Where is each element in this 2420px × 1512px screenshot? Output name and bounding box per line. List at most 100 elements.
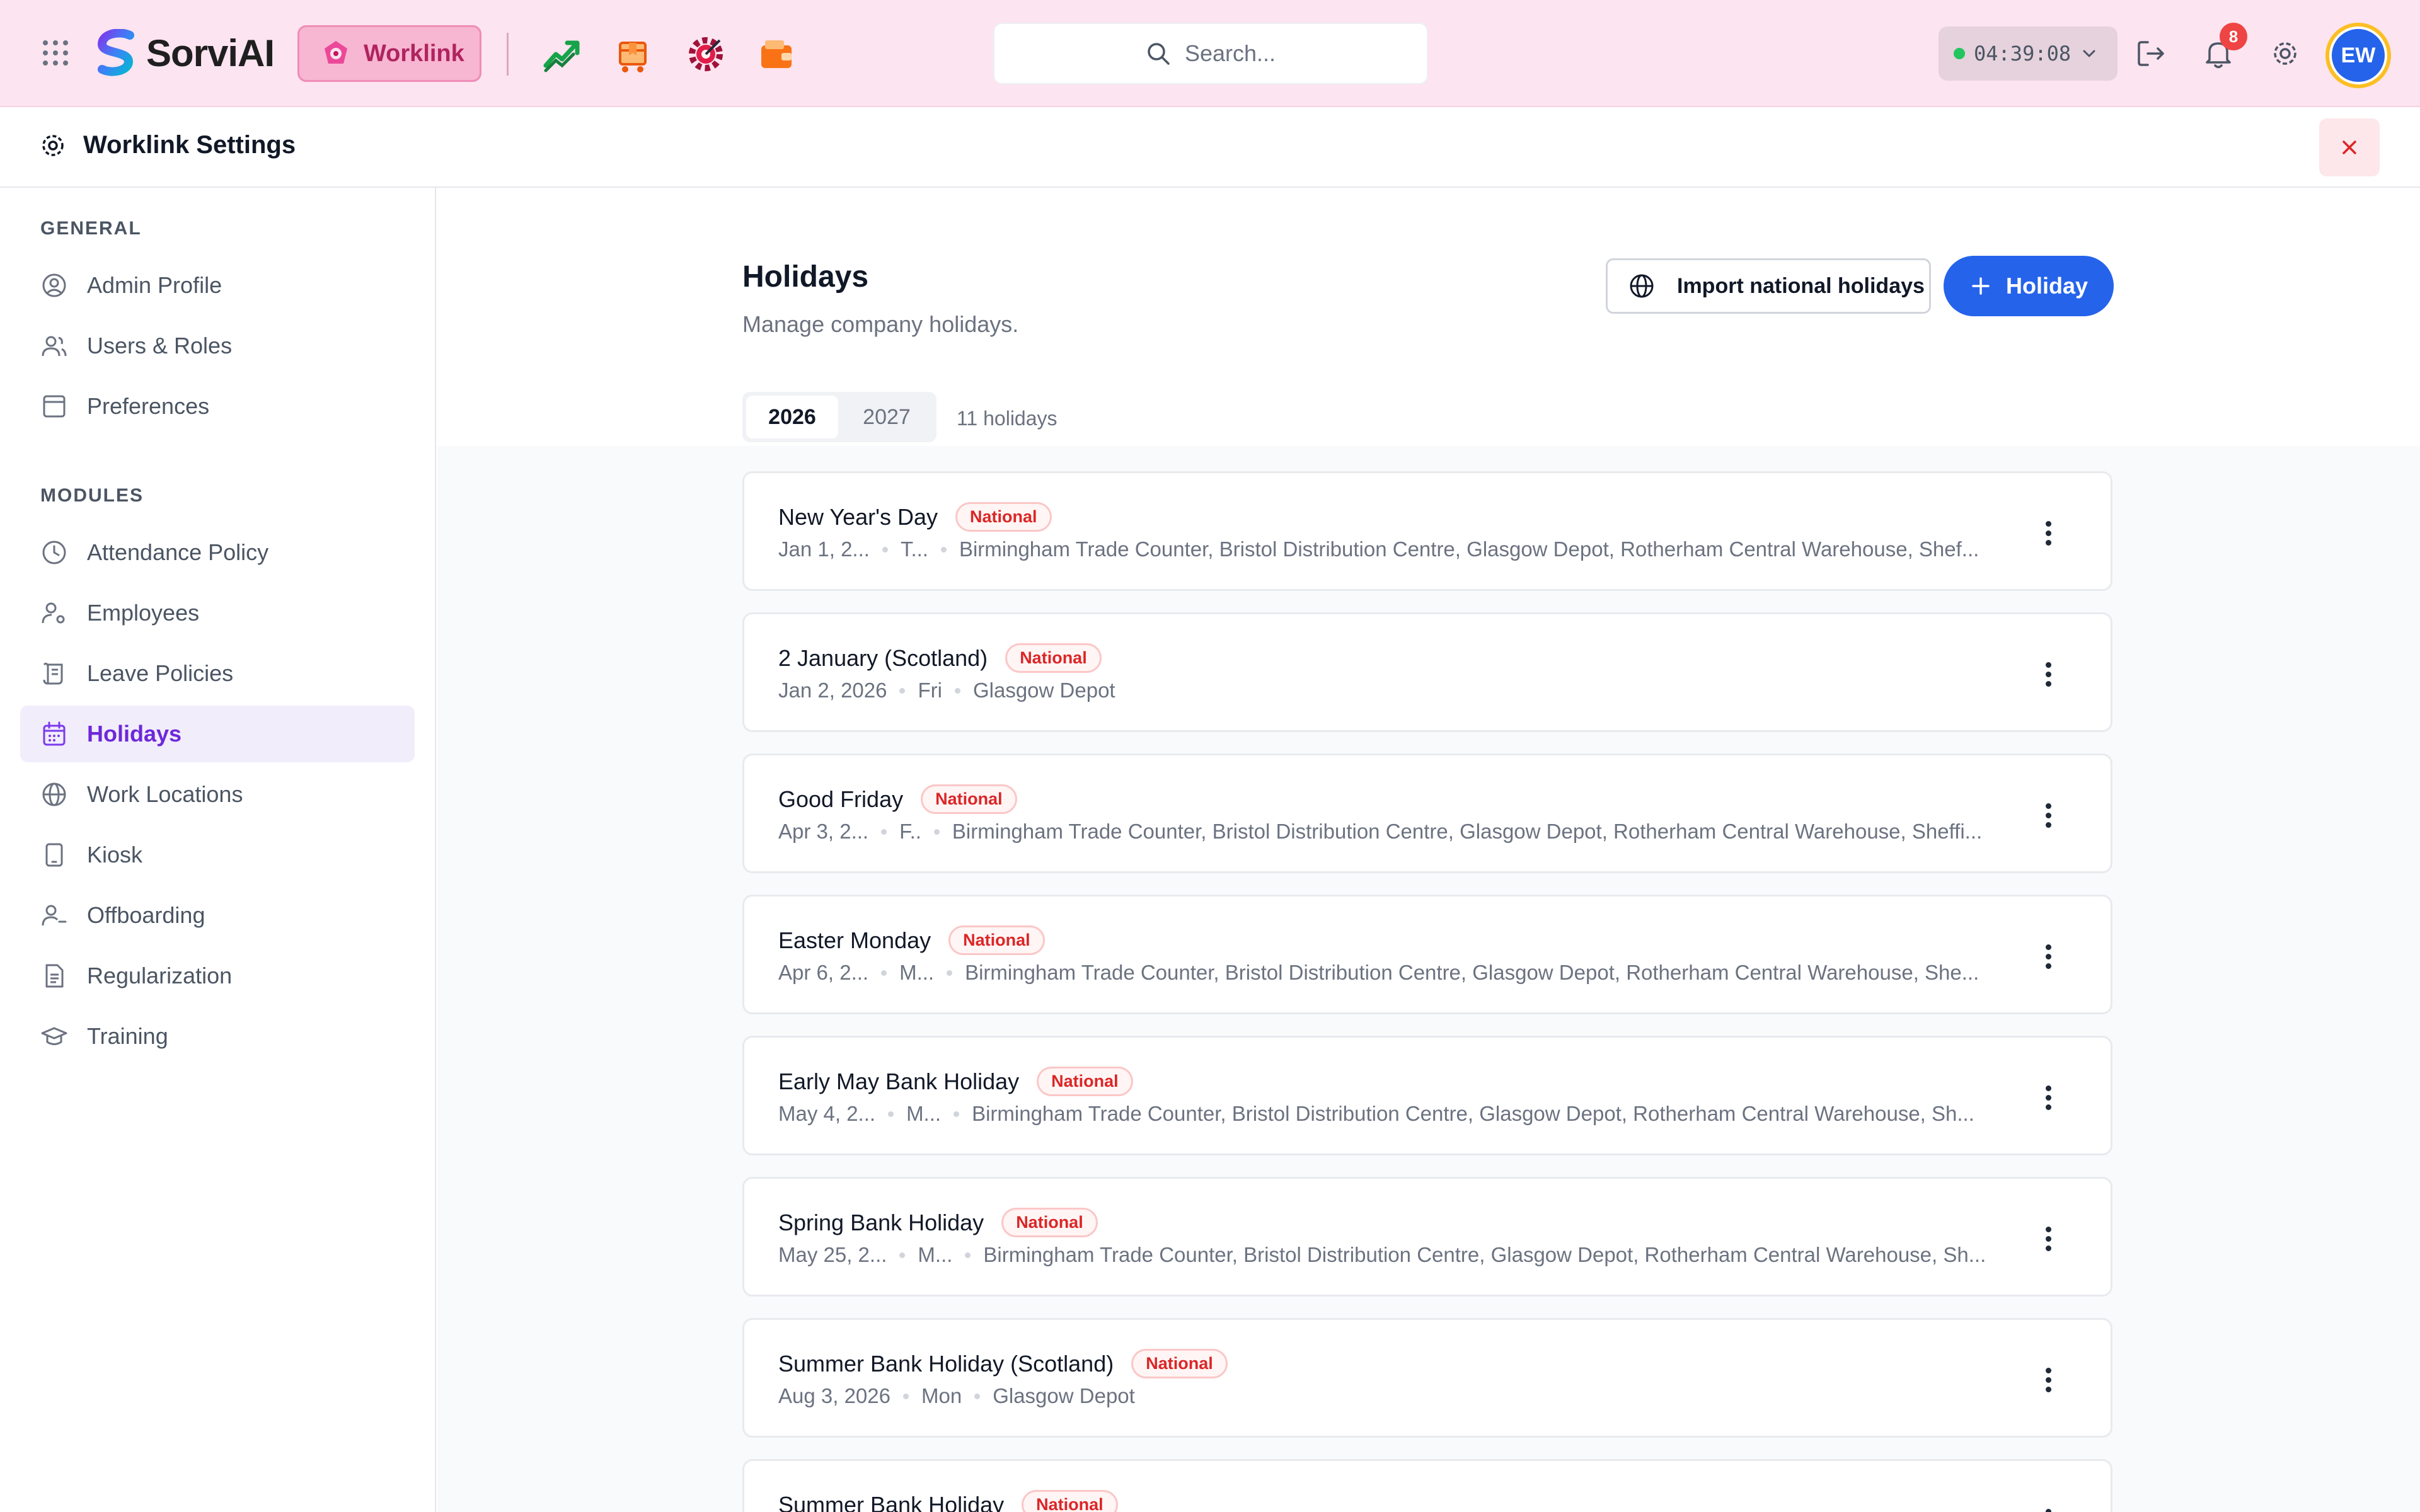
more-options-icon[interactable] — [2032, 941, 2064, 972]
sidebar-item-admin-profile[interactable]: Admin Profile — [20, 257, 415, 314]
holiday-type-badge: National — [1022, 1490, 1118, 1512]
separator-dot — [899, 687, 906, 694]
settings-gear-icon — [42, 134, 64, 156]
holiday-card[interactable]: Summer Bank Holiday National — [742, 1459, 2112, 1512]
holiday-card[interactable]: 2 January (Scotland) National Jan 2, 202… — [742, 612, 2112, 732]
sidebar-item-users-roles[interactable]: Users & Roles — [20, 318, 415, 374]
more-options-icon[interactable] — [2032, 517, 2064, 549]
sidebar-item-holidays[interactable]: Holidays — [20, 706, 415, 762]
sidebar-item-label: Leave Policies — [87, 660, 234, 686]
holiday-card[interactable]: Easter Monday National Apr 6, 2... M... … — [742, 895, 2112, 1014]
holiday-date: Aug 3, 2026 — [778, 1384, 890, 1407]
worklink-icon — [325, 41, 347, 64]
sidebar-item-regularization[interactable]: Regularization — [20, 948, 415, 1004]
settings-header: Worklink Settings — [0, 108, 2420, 188]
brand-logo[interactable]: SorviAI — [93, 28, 275, 78]
tab-year-2026[interactable]: 2026 — [746, 396, 838, 438]
holiday-card[interactable]: Summer Bank Holiday (Scotland) National … — [742, 1318, 2112, 1438]
sidebar-item-label: Regularization — [87, 963, 233, 988]
timer-value: 04:39:08 — [1974, 42, 2071, 66]
app-grid-icon[interactable] — [42, 39, 69, 67]
holiday-name: Summer Bank Holiday (Scotland) — [778, 1350, 1114, 1377]
time-tracker-dropdown[interactable]: 04:39:08 — [1939, 26, 2118, 81]
holiday-card[interactable]: Spring Bank Holiday National May 25, 2..… — [742, 1177, 2112, 1297]
holiday-card[interactable]: Good Friday National Apr 3, 2... F.. Bir… — [742, 753, 2112, 873]
year-tabs: 2026 2027 — [742, 392, 936, 442]
holiday-type-badge: National — [955, 502, 1052, 532]
sidebar-item-kiosk[interactable]: Kiosk — [20, 827, 415, 883]
more-options-icon[interactable] — [2032, 1223, 2064, 1254]
sidebar-item-label: Holidays — [87, 721, 182, 747]
wallet-icon[interactable] — [756, 34, 797, 74]
sidebar-item-employees[interactable]: Employees — [20, 585, 415, 641]
search-input[interactable]: Search... — [993, 23, 1428, 84]
users-icon — [42, 336, 67, 357]
more-options-icon[interactable] — [2032, 799, 2064, 831]
section-label-general: GENERAL — [40, 218, 142, 239]
holiday-day: M... — [918, 1243, 953, 1266]
sidebar-item-label: Admin Profile — [87, 272, 222, 298]
plus-icon — [1972, 277, 1990, 295]
logout-icon[interactable] — [2133, 35, 2170, 72]
holiday-date: Apr 3, 2... — [778, 820, 869, 843]
holiday-locations: Glasgow Depot — [993, 1384, 1135, 1407]
separator-dot — [947, 970, 953, 976]
holiday-day: F.. — [899, 820, 921, 843]
holiday-type-badge: National — [921, 784, 1017, 814]
clock-icon — [42, 541, 66, 564]
sidebar-item-label: Users & Roles — [87, 333, 233, 358]
sidebar-item-attendance-policy[interactable]: Attendance Policy — [20, 524, 415, 581]
separator-dot — [888, 1111, 894, 1117]
sidebar-item-label: Preferences — [87, 393, 210, 419]
sidebar-item-work-locations[interactable]: Work Locations — [20, 766, 415, 823]
active-app-button[interactable]: Worklink — [297, 25, 481, 82]
holiday-locations: Birmingham Trade Counter, Bristol Distri… — [952, 820, 1983, 843]
import-national-holidays-button[interactable]: Import national holidays — [1606, 258, 1931, 314]
add-holiday-button[interactable]: Holiday — [1944, 256, 2114, 316]
holiday-day: Fri — [918, 679, 942, 702]
close-button[interactable] — [2319, 118, 2380, 176]
holiday-type-badge: National — [1037, 1067, 1133, 1096]
holiday-locations: Birmingham Trade Counter, Bristol Distri… — [959, 537, 1979, 561]
active-app-label: Worklink — [364, 40, 464, 67]
sidebar-item-training[interactable]: Training — [20, 1008, 415, 1065]
holiday-type-badge: National — [948, 925, 1045, 955]
holiday-type-badge: National — [1005, 643, 1102, 673]
holiday-name: 2 January (Scotland) — [778, 644, 988, 671]
more-options-icon[interactable] — [2032, 1364, 2064, 1395]
holiday-locations: Birmingham Trade Counter, Bristol Distri… — [983, 1243, 1986, 1266]
gear-target-icon[interactable] — [686, 34, 726, 74]
holiday-date: May 4, 2... — [778, 1102, 876, 1125]
sidebar-item-label: Offboarding — [87, 902, 205, 928]
tablet-icon — [45, 843, 63, 867]
more-options-icon[interactable] — [2032, 658, 2064, 690]
sidebar-item-offboarding[interactable]: Offboarding — [20, 887, 415, 944]
holiday-date: Jan 1, 2... — [778, 537, 870, 561]
avatar-initials: EW — [2329, 26, 2387, 84]
settings-gear-icon[interactable] — [2266, 35, 2304, 72]
settings-title: Worklink Settings — [83, 131, 296, 159]
sidebar-item-preferences[interactable]: Preferences — [20, 378, 415, 435]
holiday-type-badge: National — [1131, 1349, 1228, 1378]
user-avatar[interactable]: EW — [2325, 23, 2391, 88]
sidebar-item-label: Training — [87, 1023, 168, 1049]
sidebar-item-leave-policies[interactable]: Leave Policies — [20, 645, 415, 702]
holiday-name: Spring Bank Holiday — [778, 1209, 984, 1235]
growth-chart-icon[interactable] — [542, 34, 582, 74]
sidebar-item-label: Kiosk — [87, 842, 143, 868]
tab-year-2027[interactable]: 2027 — [841, 396, 933, 438]
holiday-card[interactable]: Early May Bank Holiday National May 4, 2… — [742, 1036, 2112, 1155]
separator-dot — [954, 1111, 960, 1117]
search-placeholder: Search... — [1184, 40, 1276, 66]
holiday-name: Summer Bank Holiday — [778, 1491, 1005, 1512]
holiday-locations: Birmingham Trade Counter, Bristol Distri… — [965, 961, 1979, 984]
document-icon — [45, 964, 64, 988]
more-options-icon[interactable] — [2032, 1082, 2064, 1113]
brand-mark-icon — [97, 29, 134, 76]
package-icon[interactable] — [613, 34, 653, 74]
divider — [507, 33, 509, 76]
separator-dot — [933, 828, 940, 835]
separator-dot — [974, 1393, 981, 1399]
holiday-card[interactable]: New Year's Day National Jan 1, 2... T...… — [742, 471, 2112, 591]
more-options-icon[interactable] — [2032, 1505, 2064, 1512]
